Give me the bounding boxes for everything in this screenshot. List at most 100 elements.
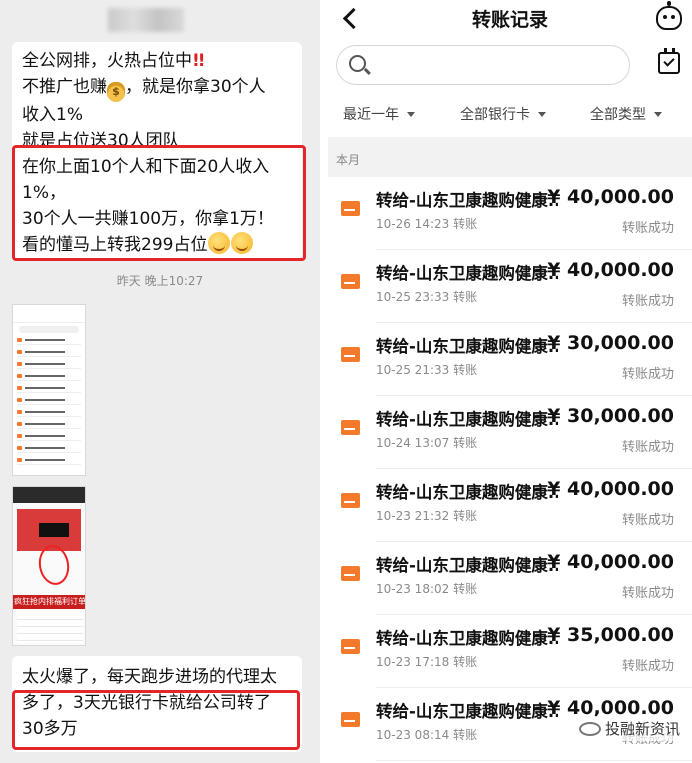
transfer-record-list: 转给-山东卫康趣购健康... - ¥ 40,000.00 10-26 14:23 转…: [328, 177, 692, 761]
record-amount: - ¥ 40,000.00: [532, 478, 674, 500]
bank-card-icon: [341, 566, 360, 581]
filter-period-dropdown[interactable]: 最近一年: [343, 104, 415, 124]
record-amount: - ¥ 40,000.00: [532, 551, 674, 573]
wechat-logo-icon: [578, 722, 601, 736]
thumbnail-search: [19, 326, 79, 333]
record-title: 转给-山东卫康趣购健康...: [376, 556, 558, 575]
search-input[interactable]: [377, 54, 617, 76]
record-status: 转账成功: [621, 659, 674, 674]
thumbnail-row: [17, 408, 81, 417]
search-bar[interactable]: [336, 45, 630, 85]
thumbnail-header: [13, 305, 85, 323]
record-amount: - ¥ 40,000.00: [532, 259, 674, 281]
record-time: 10-26 14:23 转账: [376, 217, 478, 231]
record-time: 10-25 21:33 转账: [376, 363, 478, 377]
record-amount: - ¥ 35,000.00: [532, 624, 674, 646]
transfer-records-thumbnail[interactable]: [12, 304, 86, 476]
record-status: 转账成功: [621, 513, 674, 528]
filter-card-dropdown[interactable]: 全部银行卡: [460, 104, 546, 124]
filter-label: 全部类型: [590, 107, 646, 123]
thumbnail-row: [17, 336, 81, 345]
bank-card-icon: [341, 420, 360, 435]
record-status: 转账成功: [621, 586, 674, 601]
filter-type-dropdown[interactable]: 全部类型: [590, 104, 662, 124]
transfer-record-row[interactable]: 转给-山东卫康趣购健康... - ¥ 40,000.00 10-25 23:33 转…: [328, 250, 692, 323]
transfer-record-row[interactable]: 转给-山东卫康趣购健康... - ¥ 40,000.00 10-23 21:32 转…: [328, 469, 692, 542]
calendar-check-icon[interactable]: [658, 48, 680, 74]
page-title: 转账记录: [471, 9, 548, 31]
promo-app-thumbnail[interactable]: 疯狂抢内排福利订单: [12, 486, 86, 646]
thumbnail-caption: 疯狂抢内排福利订单: [13, 595, 85, 609]
record-status: 转账成功: [621, 367, 674, 382]
record-title: 转给-山东卫康趣购健康...: [376, 483, 558, 502]
bank-card-icon: [341, 639, 360, 654]
thumbnail-row: [17, 444, 81, 453]
chat-timestamp: 昨天 晚上10:27: [116, 274, 204, 288]
transfer-record-row[interactable]: 转给-山东卫康趣购健康... - ¥ 30,000.00 10-24 13:07 转…: [328, 396, 692, 469]
record-time: 10-23 21:32 转账: [376, 509, 478, 523]
message-line: 全公网排，火热占位中!!: [22, 51, 205, 71]
row-divider: [376, 760, 692, 761]
caret-down-icon: [538, 112, 546, 117]
bank-card-icon: [341, 347, 360, 362]
record-time: 10-23 18:02 转账: [376, 582, 478, 596]
record-status: 转账成功: [621, 294, 674, 309]
red-highlight-box: [12, 145, 306, 261]
thumbnail-row: [17, 456, 81, 465]
bank-card-icon: [341, 493, 360, 508]
message-line: 收入1%: [22, 105, 83, 125]
red-highlight-box: [12, 690, 300, 750]
record-amount: - ¥ 30,000.00: [532, 332, 674, 354]
record-title: 转给-山东卫康趣购健康...: [376, 702, 558, 721]
filter-label: 最近一年: [343, 107, 399, 123]
money-bag-icon: $: [107, 82, 125, 102]
watermark: 投融新资讯: [574, 716, 684, 741]
record-amount: - ¥ 30,000.00: [532, 405, 674, 427]
record-status: 转账成功: [621, 440, 674, 455]
record-title: 转给-山东卫康趣购健康...: [376, 629, 558, 648]
chat-screenshot: 全公网排，火热占位中!! 不推广也赚 $ ，就是你拿30个人 收入1% 就是占位送3…: [0, 0, 320, 763]
record-amount: - ¥ 40,000.00: [532, 186, 674, 208]
transfer-record-row[interactable]: 转给-山东卫康趣购健康... - ¥ 40,000.00 10-26 14:23 转…: [328, 177, 692, 250]
message-line: 太火爆了，每天跑步进场的代理太: [22, 667, 277, 687]
transfer-record-row[interactable]: 转给-山东卫康趣购健康... - ¥ 40,000.00 10-23 18:02 转…: [328, 542, 692, 615]
record-time: 10-23 17:18 转账: [376, 655, 478, 669]
back-chevron-icon[interactable]: [338, 6, 364, 32]
thumbnail-status-bar: [13, 487, 85, 503]
thumbnail-rows: [17, 613, 83, 643]
record-status: 转账成功: [621, 221, 674, 236]
record-time: 10-24 13:07 转账: [376, 436, 478, 450]
blurred-contact-name: [108, 8, 184, 32]
thumbnail-row: [17, 432, 81, 441]
search-icon: [349, 55, 366, 72]
record-time: 10-23 08:14 转账: [376, 728, 478, 742]
section-header-month: 本月: [328, 137, 692, 177]
bank-card-icon: [341, 201, 360, 216]
bank-card-icon: [341, 274, 360, 289]
thumbnail-row: [17, 420, 81, 429]
filter-label: 全部银行卡: [460, 107, 530, 123]
watermark-text: 投融新资讯: [604, 720, 680, 738]
double-exclamation-icon: !!: [192, 51, 205, 71]
panel-divider: [320, 0, 328, 763]
filter-bar: 最近一年 全部银行卡 全部类型: [328, 96, 692, 132]
bank-card-icon: [341, 712, 360, 727]
message-line: 不推广也赚 $ ，就是你拿30个人: [22, 74, 294, 102]
robot-service-icon[interactable]: [656, 1, 682, 30]
caret-down-icon: [407, 112, 415, 117]
thumbnail-row: [17, 348, 81, 357]
transfer-record-row[interactable]: 转给-山东卫康趣购健康... - ¥ 35,000.00 10-23 17:18 转…: [328, 615, 692, 688]
nav-bar: 转账记录: [328, 0, 692, 38]
record-title: 转给-山东卫康趣购健康...: [376, 410, 558, 429]
caret-down-icon: [654, 112, 662, 117]
thumbnail-row: [17, 396, 81, 405]
thumbnail-row: [17, 384, 81, 393]
thumbnail-row: [17, 372, 81, 381]
transfer-records-screen: 转账记录 最近一年 全部银行卡 全部类型 本月 转给-山东卫康趣购健康... - …: [328, 0, 692, 763]
record-title: 转给-山东卫康趣购健康...: [376, 191, 558, 210]
thumbnail-row: [17, 360, 81, 369]
record-title: 转给-山东卫康趣购健康...: [376, 337, 558, 356]
record-title: 转给-山东卫康趣购健康...: [376, 264, 558, 283]
transfer-record-row[interactable]: 转给-山东卫康趣购健康... - ¥ 30,000.00 10-25 21:33 转…: [328, 323, 692, 396]
record-time: 10-25 23:33 转账: [376, 290, 478, 304]
